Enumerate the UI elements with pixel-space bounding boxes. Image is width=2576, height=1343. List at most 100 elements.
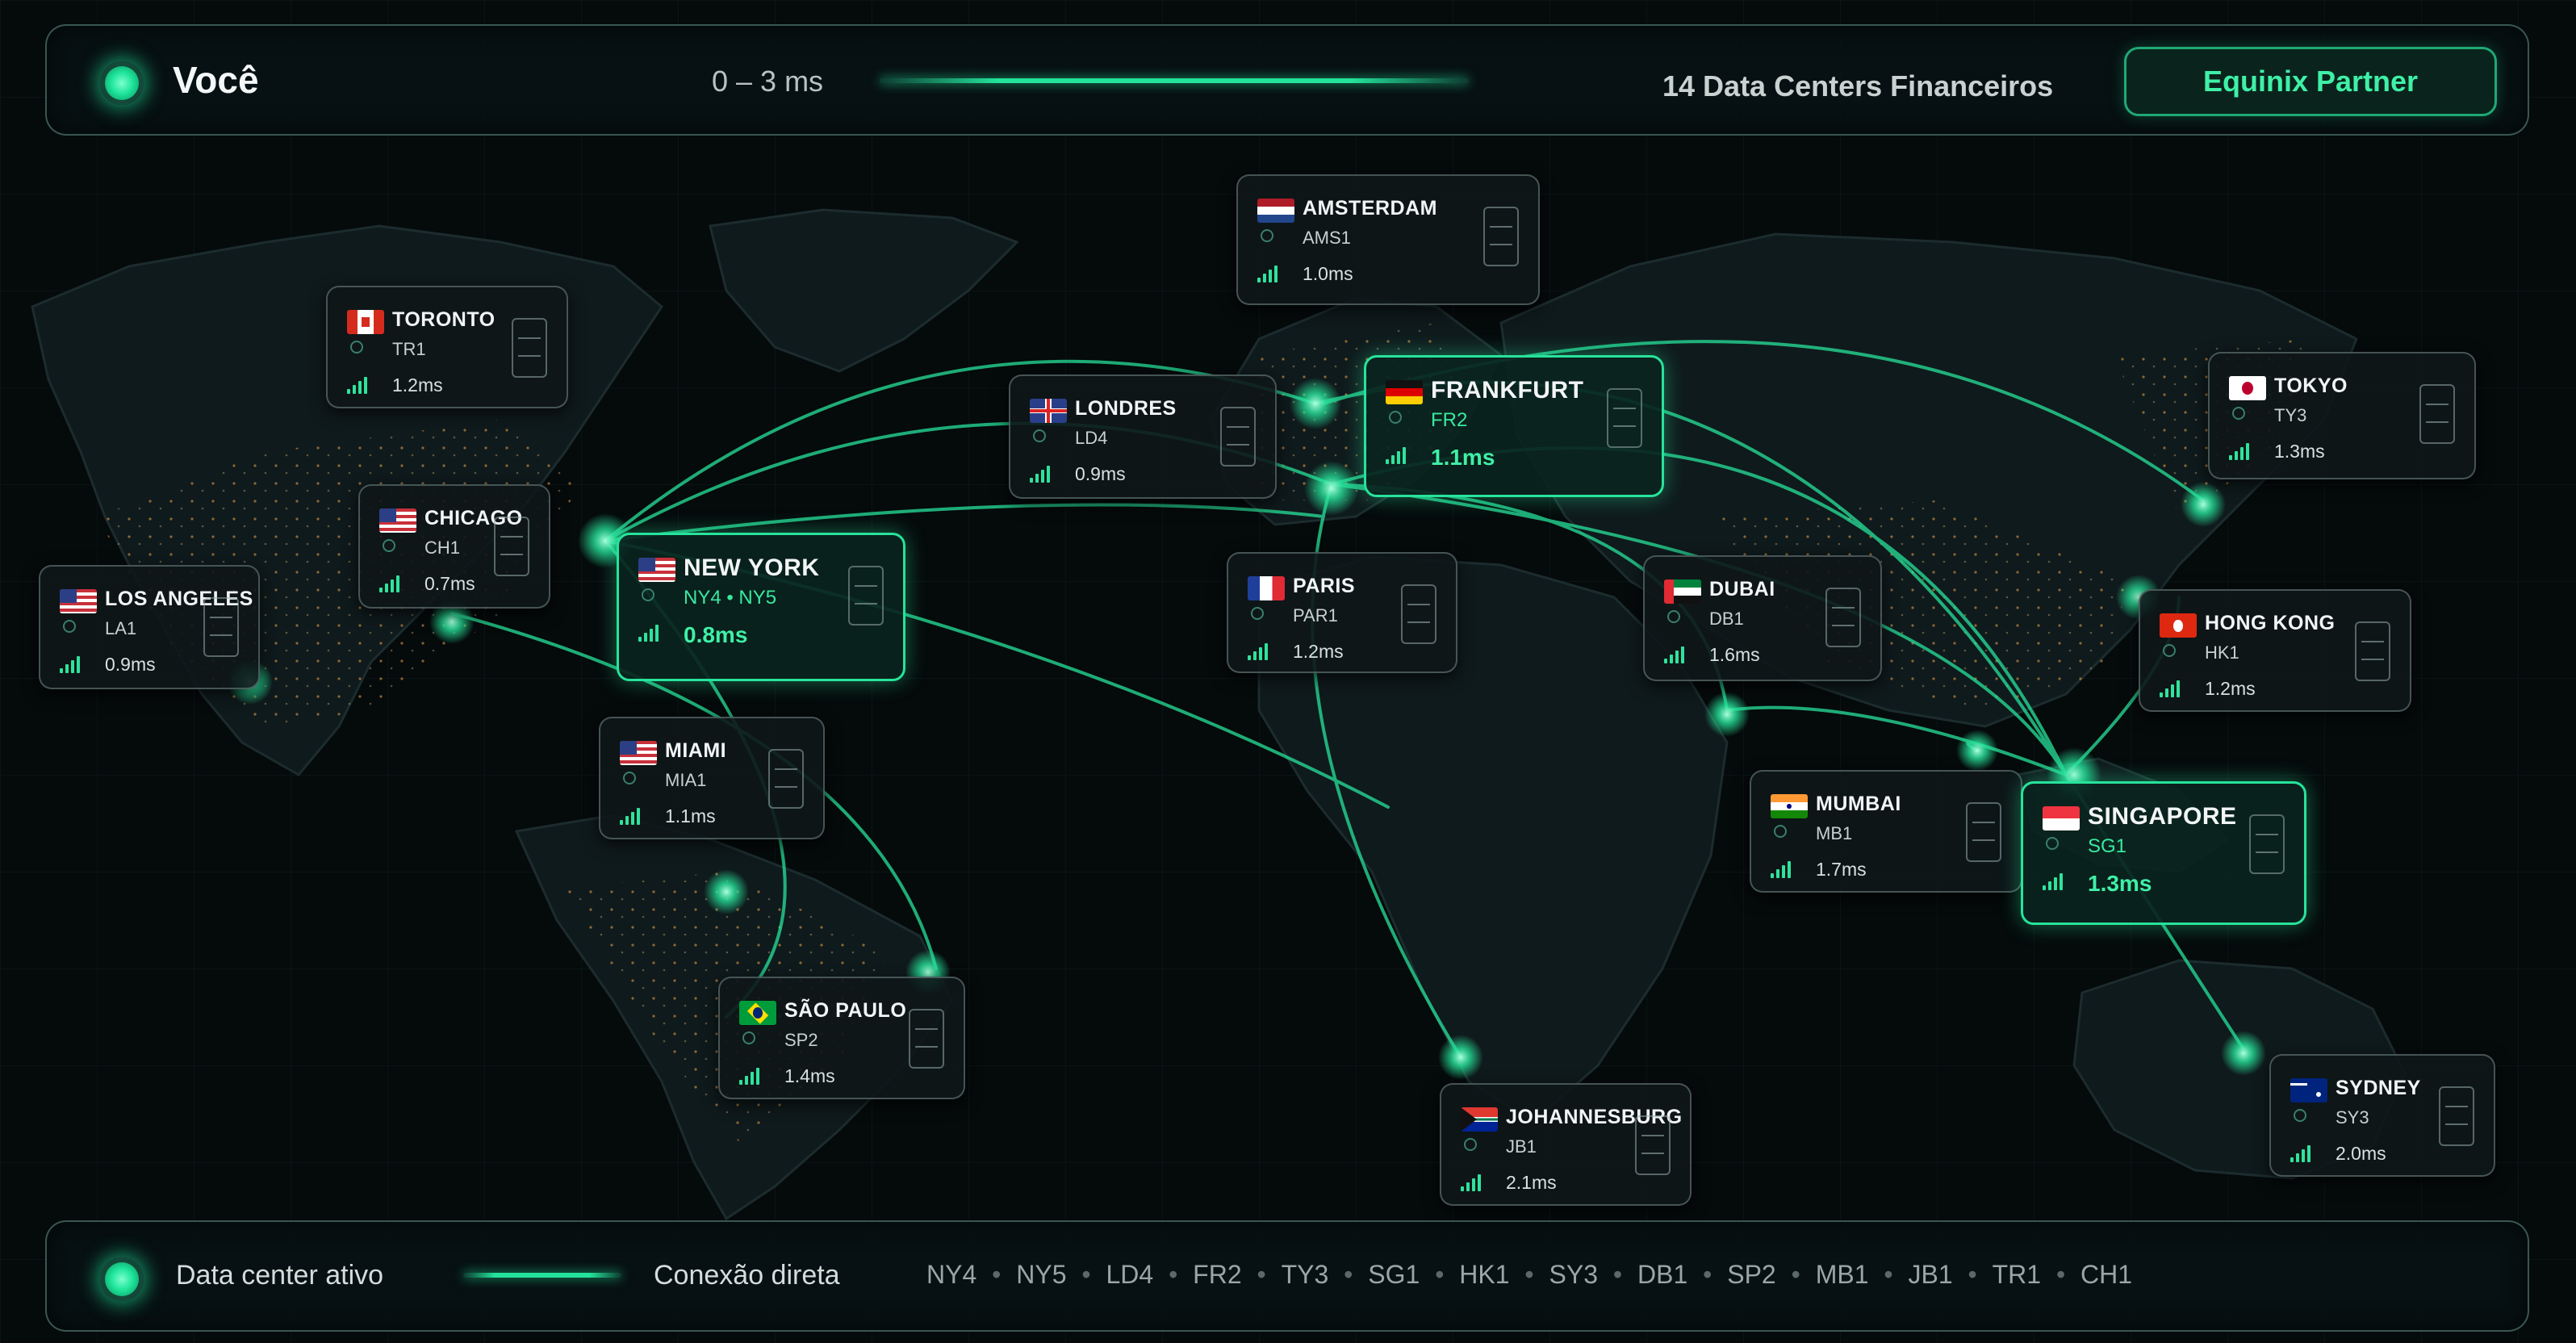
flag-us-icon [379,508,416,533]
server-rack-icon [2355,621,2390,681]
datacenter-card-ld4[interactable]: LONDRES LD4 0.9ms [1009,374,1277,499]
datacenter-code: MB1 [1816,823,1853,843]
server-rack-icon [1220,407,1256,466]
legend-code: SY3 [1549,1260,1598,1289]
code-separator: • [985,1260,1009,1289]
legend-code: NY5 [1016,1260,1067,1289]
datacenter-code-list: NY4 • NY5 • LD4 • FR2 • TY3 • SG1 • HK1 … [926,1260,2132,1290]
flag-in-icon [1771,794,1808,818]
network-map-screen: Você 0 – 3 ms 14 Data Centers Financeiro… [0,0,2576,1343]
legend-code: SP2 [1727,1260,1776,1289]
datacenter-card-ty3[interactable]: TOKYO TY3 1.3ms [2208,352,2476,479]
signal-bars-icon [1664,646,1687,663]
signal-bars-icon [2160,680,2182,697]
flag-us-icon [638,558,675,582]
datacenter-card-fr2[interactable]: FRANKFURT FR2 1.1ms [1364,355,1664,497]
latency-slider-track [880,78,1469,83]
user-label: Você [173,59,259,101]
code-separator: • [1696,1260,1720,1289]
code-separator: • [1074,1260,1098,1289]
code-separator: • [1517,1260,1541,1289]
legend-code: NY4 [926,1260,977,1289]
flag-au-icon [2290,1078,2327,1102]
location-pin-icon [1389,411,1402,424]
signal-bars-icon [1248,642,1270,660]
server-rack-icon [2439,1086,2474,1146]
flag-fr-icon [1248,576,1285,600]
datacenter-code: SG1 [2088,835,2127,857]
legend-code: LD4 [1106,1260,1154,1289]
server-rack-icon [1635,1115,1671,1175]
datacenter-latency: 1.1ms [1431,445,1495,470]
location-pin-icon [1464,1138,1477,1151]
signal-bars-icon [2043,872,2065,890]
connection-legend-label: Conexão direta [654,1260,840,1291]
server-rack-icon [1607,388,1642,448]
datacenter-city: LONDRES [1075,397,1177,420]
datacenter-code: SY3 [2336,1107,2369,1128]
location-pin-icon [2232,407,2245,420]
datacenter-code: LA1 [105,618,137,638]
datacenter-latency: 1.4ms [784,1065,835,1086]
code-separator: • [1428,1260,1452,1289]
location-pin-icon [742,1031,755,1044]
datacenter-latency: 1.6ms [1709,644,1760,665]
datacenter-card-la1[interactable]: LOS ANGELES LA1 0.9ms [39,565,260,689]
flag-za-icon [1461,1107,1498,1132]
server-rack-icon [848,566,884,625]
datacenter-card-ams1[interactable]: AMSTERDAM AMS1 1.0ms [1236,174,1540,305]
flag-sg-icon [2043,806,2080,830]
datacenter-city: NEW YORK [684,554,820,581]
datacenter-code: AMS1 [1303,228,1351,248]
location-pin-icon [1667,610,1680,623]
flag-ae-icon [1664,579,1701,604]
location-pin-icon [2294,1109,2306,1122]
datacenter-city: MUMBAI [1816,793,1901,815]
datacenter-latency: 1.0ms [1303,263,1353,284]
datacenter-latency: 2.0ms [2336,1143,2386,1164]
datacenter-latency: 1.3ms [2274,441,2325,462]
datacenter-card-mia1[interactable]: MIAMI MIA1 1.1ms [599,717,825,839]
signal-bars-icon [379,575,402,592]
location-pin-icon [383,539,395,552]
flag-us-icon [60,589,97,613]
datacenter-latency: 1.2ms [1293,641,1344,662]
connection-legend-line [463,1273,621,1278]
datacenter-card-par1[interactable]: PARIS PAR1 1.2ms [1227,552,1457,673]
equinix-partner-button[interactable]: Equinix Partner [2124,47,2497,116]
datacenter-card-sg1[interactable]: SINGAPORE SG1 1.3ms [2021,781,2306,925]
flag-gb-icon [1030,399,1067,423]
location-pin-icon [1261,229,1273,242]
datacenter-card-jb1[interactable]: JOHANNESBURG JB1 2.1ms [1440,1083,1692,1206]
flag-de-icon [1386,380,1423,404]
user-location-dot [100,61,144,105]
datacenter-latency: 1.3ms [2088,871,2152,896]
datacenter-latency: 1.1ms [665,805,716,826]
datacenter-city: DUBAI [1709,578,1775,600]
datacenter-latency: 1.2ms [392,374,443,395]
datacenter-city: SYDNEY [2336,1077,2421,1099]
datacenter-card-ch1[interactable]: CHICAGO CH1 0.7ms [358,484,550,609]
datacenter-code: DB1 [1709,609,1744,629]
server-rack-icon [1483,207,1519,266]
datacenter-card-hk1[interactable]: HONG KONG HK1 1.2ms [2139,589,2411,712]
signal-bars-icon [739,1067,762,1085]
datacenter-city: MIAMI [665,739,727,762]
flag-us-icon [620,741,657,765]
signal-bars-icon [1771,860,1793,878]
datacenter-card-ny4[interactable]: NEW YORK NY4 • NY5 0.8ms [617,533,905,681]
datacenter-card-mb1[interactable]: MUMBAI MB1 1.7ms [1750,770,2022,893]
datacenter-card-sy3[interactable]: SYDNEY SY3 2.0ms [2269,1054,2495,1177]
location-pin-icon [1251,607,1264,620]
legend-code: HK1 [1459,1260,1510,1289]
datacenter-city: AMSTERDAM [1303,197,1437,220]
datacenter-city: FRANKFURT [1431,377,1584,404]
legend-code: DB1 [1637,1260,1688,1289]
server-rack-icon [1401,584,1436,644]
datacenter-city: TORONTO [392,308,496,331]
datacenter-card-db1[interactable]: DUBAI DB1 1.6ms [1643,555,1882,681]
datacenter-code: SP2 [784,1030,818,1050]
datacenter-card-tr1[interactable]: TORONTO TR1 1.2ms [326,286,568,408]
location-pin-icon [2046,837,2059,850]
datacenter-card-sp2[interactable]: SÃO PAULO SP2 1.4ms [718,977,965,1099]
